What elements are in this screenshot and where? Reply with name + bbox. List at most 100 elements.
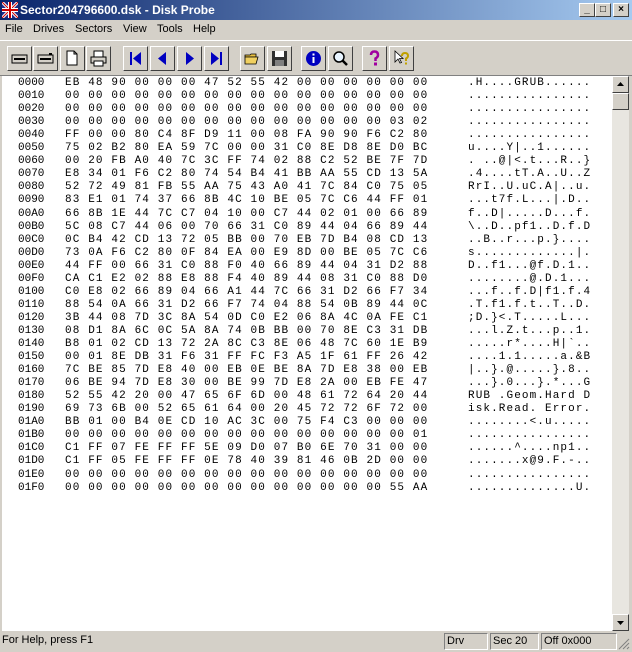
row-hex-bytes[interactable]: 88 54 0A 66 31 D2 66 F7 74 04 88 54 0B 8… [65,299,428,312]
row-hex-bytes[interactable]: FF 00 00 80 C4 8F D9 11 00 08 FA 90 90 F… [65,129,428,142]
row-ascii[interactable]: ..B..r...p.}.... [468,234,591,247]
menu-tools[interactable]: Tools [157,23,183,35]
row-hex-bytes[interactable]: E8 34 01 F6 C2 80 74 54 B4 41 BB AA 55 C… [65,168,428,181]
row-hex-bytes[interactable]: 00 20 FB A0 40 7C 3C FF 74 02 88 C2 52 B… [65,155,428,168]
row-hex-bytes[interactable]: EB 48 90 00 00 00 47 52 55 42 00 00 00 0… [65,77,428,90]
menu-drives[interactable]: Drives [33,23,64,35]
row-hex-bytes[interactable]: 00 00 00 00 00 00 00 00 00 00 00 00 00 0… [65,469,428,482]
row-ascii[interactable]: RrI..U.uC.A|..u. [468,181,591,194]
row-hex-bytes[interactable]: C0 E8 02 66 89 04 66 A1 44 7C 66 31 D2 6… [65,286,428,299]
title-bar[interactable]: Sector204796600.dsk - Disk Probe _ □ × [0,0,632,20]
close-button[interactable]: × [613,3,629,17]
first-sector-button[interactable] [123,46,148,71]
row-hex-bytes[interactable]: 3B 44 08 7D 3C 8A 54 0D C0 E2 06 8A 4C 0… [65,312,428,325]
row-hex-bytes[interactable]: 00 00 00 00 00 00 00 00 00 00 00 00 00 0… [65,90,428,103]
row-ascii[interactable]: .4....tT.A..U..Z [468,168,591,181]
row-hex-bytes[interactable]: 7C BE 85 7D E8 40 00 EB 0E BE 8A 7D E8 3… [65,364,428,377]
row-ascii[interactable]: ...f..f.D|f1.f.4 [468,286,591,299]
row-hex-bytes[interactable]: 00 00 00 00 00 00 00 00 00 00 00 00 00 0… [65,116,428,129]
last-sector-button[interactable] [204,46,229,71]
row-hex-bytes[interactable]: 69 73 6B 00 52 65 61 64 00 20 45 72 72 6… [65,403,428,416]
row-hex-bytes[interactable]: 00 00 00 00 00 00 00 00 00 00 00 00 00 0… [65,429,428,442]
row-hex-bytes[interactable]: 52 72 49 81 FB 55 AA 75 43 A0 41 7C 84 C… [65,181,428,194]
row-hex-bytes[interactable]: 00 01 8E DB 31 F6 31 FF FC F3 A5 1F 61 F… [65,351,428,364]
info-button[interactable] [301,46,326,71]
row-ascii[interactable]: ...}.0...}.*...G [468,377,591,390]
row-ascii[interactable]: f..D|.....D...f. [468,208,591,221]
write-drive-button[interactable] [33,46,58,71]
help-button[interactable] [362,46,387,71]
row-ascii[interactable]: ................ [468,469,591,482]
row-ascii[interactable]: s.............|. [468,247,591,260]
row-hex-bytes[interactable]: 52 55 42 20 00 47 65 6F 6D 00 48 61 72 6… [65,390,428,403]
last-sector-icon [211,52,222,65]
row-ascii[interactable]: ................ [468,116,591,129]
row-hex-bytes[interactable]: 73 0A F6 C2 80 0F 84 EA 00 E9 8D 00 BE 0… [65,247,428,260]
row-hex-bytes[interactable]: BB 01 00 B4 0E CD 10 AC 3C 00 75 F4 C3 0… [65,416,428,429]
row-hex-bytes[interactable]: 06 BE 94 7D E8 30 00 BE 99 7D E8 2A 00 E… [65,377,428,390]
row-hex-bytes[interactable]: 0C B4 42 CD 13 72 05 BB 00 70 EB 7D B4 0… [65,234,428,247]
row-ascii[interactable]: ......^....np1.. [468,442,591,455]
row-ascii[interactable]: ................ [468,103,591,116]
row-ascii[interactable]: .......x@9.F.-.. [468,455,591,468]
row-ascii[interactable]: .H....GRUB...... [468,77,591,90]
row-ascii[interactable]: \..D..pf1..D.f.D [468,221,591,234]
row-hex-bytes[interactable]: C1 FF 05 FE FF FF 0E 78 40 39 81 46 0B 2… [65,455,428,468]
row-hex-bytes[interactable]: 66 8B 1E 44 7C C7 04 10 00 C7 44 02 01 0… [65,208,428,221]
row-ascii[interactable]: .T.f1.f.t..T..D. [468,299,591,312]
row-offset: 01B0 [18,429,45,442]
row-ascii[interactable]: isk.Read. Error. [468,403,591,416]
row-hex-bytes[interactable]: 5C 08 C7 44 06 00 70 66 31 C0 89 44 04 6… [65,221,428,234]
row-hex-bytes[interactable]: 00 00 00 00 00 00 00 00 00 00 00 00 00 0… [65,103,428,116]
copy-button[interactable] [60,46,85,71]
row-ascii[interactable]: ...t7f.L...|.D.. [468,194,591,207]
row-hex-bytes[interactable]: 83 E1 01 74 37 66 8B 4C 10 BE 05 7C C6 4… [65,194,428,207]
row-ascii[interactable]: ................ [468,90,591,103]
row-hex-bytes[interactable]: 75 02 B2 80 EA 59 7C 00 00 31 C0 8E D8 8… [65,142,428,155]
row-hex-bytes[interactable]: 00 00 00 00 00 00 00 00 00 00 00 00 00 0… [65,482,428,495]
row-hex-bytes[interactable]: C1 FF 07 FE FF FF 5E 09 D0 07 B0 6E 70 3… [65,442,428,455]
row-ascii[interactable]: u....Y|..1...... [468,142,591,155]
search-button[interactable] [328,46,353,71]
row-ascii[interactable]: ..............U. [468,482,591,495]
previous-sector-button[interactable] [150,46,175,71]
scroll-down-button[interactable] [612,614,629,631]
row-ascii[interactable]: ................ [468,129,591,142]
row-offset: 0060 [18,155,45,168]
row-ascii[interactable]: |..}.@.....}.8.. [468,364,591,377]
row-ascii[interactable]: .....r*....H|`.. [468,338,591,351]
row-ascii[interactable]: . ..@|<.t...R..} [468,155,591,168]
row-hex-bytes[interactable]: 44 FF 00 66 31 C0 88 F0 40 66 89 44 04 3… [65,260,428,273]
row-ascii[interactable]: D..f1...@f.D.1.. [468,260,591,273]
context-help-button[interactable] [389,46,414,71]
menu-file[interactable]: File [5,23,23,35]
row-ascii[interactable]: ................ [468,429,591,442]
resize-grip-icon[interactable] [618,638,630,650]
print-button[interactable] [86,46,111,71]
menu-view[interactable]: View [123,23,147,35]
maximize-button[interactable]: □ [595,3,611,17]
save-disk-button[interactable] [267,46,292,71]
menu-help[interactable]: Help [193,23,216,35]
toolbar [0,40,632,76]
hex-view[interactable]: 0000 EB 48 90 00 00 00 47 52 55 42 00 00 … [2,76,614,631]
row-ascii[interactable]: ........<.u..... [468,416,591,429]
vertical-scrollbar[interactable] [612,76,629,631]
row-ascii[interactable]: ;D.}<.T.....L... [468,312,591,325]
row-ascii[interactable]: RUB .Geom.Hard D [468,390,591,403]
status-bar: For Help, press F1 Drv Sec 20 Off 0x000 [0,631,632,652]
menu-sectors[interactable]: Sectors [75,23,112,35]
row-hex-bytes[interactable]: B8 01 02 CD 13 72 2A 8C C3 8E 06 48 7C 6… [65,338,428,351]
next-sector-button[interactable] [177,46,202,71]
row-hex-bytes[interactable]: 08 D1 8A 6C 0C 5A 8A 74 0B BB 00 70 8E C… [65,325,428,338]
minimize-button[interactable]: _ [579,3,595,17]
scroll-thumb[interactable] [612,93,629,110]
row-offset: 0000 [18,77,45,89]
row-ascii[interactable]: ...l.Z.t...p..1. [468,325,591,338]
row-ascii[interactable]: ........@.D.1... [468,273,591,286]
read-drive-button[interactable] [7,46,32,71]
scroll-up-button[interactable] [612,76,629,93]
open-folder-button[interactable] [240,46,265,71]
row-ascii[interactable]: ....1.1.....a.&B [468,351,591,364]
row-hex-bytes[interactable]: CA C1 E2 02 88 E8 88 F4 40 89 44 08 31 C… [65,273,428,286]
